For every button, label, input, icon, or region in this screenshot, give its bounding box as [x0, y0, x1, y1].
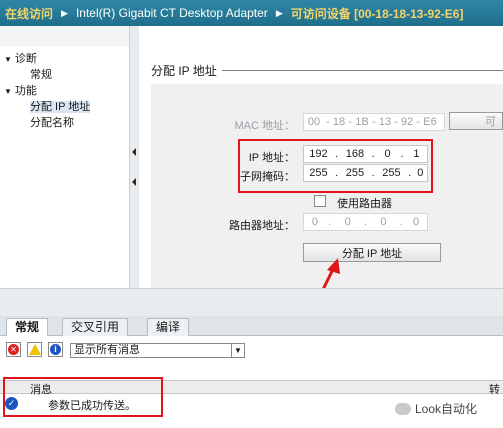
- tab-cross-reference[interactable]: 交叉引用: [62, 318, 129, 336]
- panel-divider[interactable]: [0, 288, 503, 316]
- show-errors-icon[interactable]: ✕: [6, 342, 21, 357]
- wechat-logo-icon: [395, 402, 411, 415]
- tab-compile[interactable]: 编译: [147, 318, 190, 336]
- message-filter-value: 显示所有消息: [74, 344, 140, 356]
- show-warnings-icon[interactable]: [27, 342, 42, 357]
- watermark: Look自动化: [395, 400, 477, 417]
- chevron-down-icon[interactable]: ▼: [231, 344, 244, 357]
- tab-general[interactable]: 常规: [6, 318, 49, 337]
- inspector-tabs: 常规 交叉引用 编译: [0, 316, 503, 337]
- watermark-text: Look自动化: [415, 402, 478, 416]
- show-info-icon[interactable]: i: [48, 342, 63, 357]
- message-filter-select[interactable]: 显示所有消息 ▼: [70, 343, 245, 358]
- highlight-box: [3, 377, 163, 417]
